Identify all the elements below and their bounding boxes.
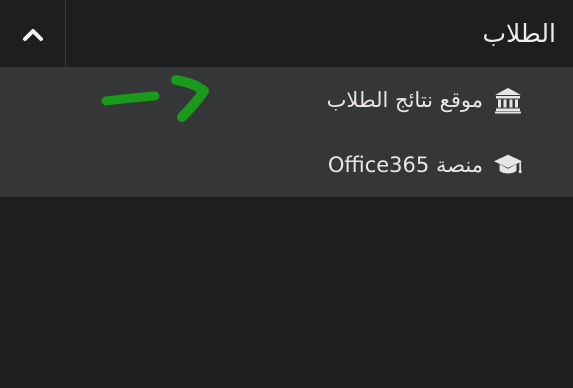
menu-item-label: منصة Office365 bbox=[327, 152, 483, 177]
collapse-button[interactable] bbox=[0, 0, 66, 67]
student-menu: موقع نتائج الطلاب منصة Office365 bbox=[0, 67, 573, 197]
menu-item-office365[interactable]: منصة Office365 bbox=[328, 132, 523, 197]
menu-item-student-results[interactable]: موقع نتائج الطلاب bbox=[327, 67, 523, 132]
university-icon bbox=[493, 85, 523, 115]
graduation-cap-icon bbox=[493, 150, 523, 180]
menu-item-label: موقع نتائج الطلاب bbox=[326, 87, 483, 112]
hand-drawn-arrow bbox=[101, 75, 209, 122]
section-header[interactable]: الطلاب bbox=[0, 0, 573, 67]
section-title: الطلاب bbox=[482, 19, 556, 48]
chevron-up-icon bbox=[22, 28, 43, 41]
